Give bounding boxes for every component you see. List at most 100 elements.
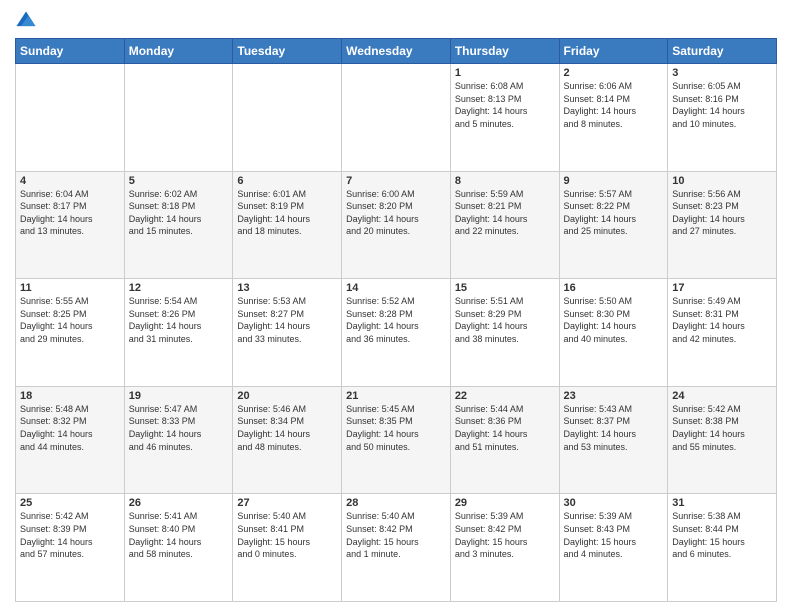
calendar-cell: 11Sunrise: 5:55 AM Sunset: 8:25 PM Dayli…: [16, 279, 125, 387]
weekday-header-thursday: Thursday: [450, 39, 559, 64]
day-number: 9: [564, 175, 664, 187]
day-info: Sunrise: 6:00 AM Sunset: 8:20 PM Dayligh…: [346, 188, 446, 238]
day-number: 6: [237, 175, 337, 187]
day-number: 20: [237, 390, 337, 402]
calendar-cell: [124, 64, 233, 172]
day-info: Sunrise: 5:54 AM Sunset: 8:26 PM Dayligh…: [129, 295, 229, 345]
day-number: 25: [20, 497, 120, 509]
calendar-cell: [16, 64, 125, 172]
calendar: SundayMondayTuesdayWednesdayThursdayFrid…: [15, 38, 777, 602]
weekday-header-row: SundayMondayTuesdayWednesdayThursdayFrid…: [16, 39, 777, 64]
day-info: Sunrise: 5:42 AM Sunset: 8:39 PM Dayligh…: [20, 510, 120, 560]
day-number: 30: [564, 497, 664, 509]
day-info: Sunrise: 5:57 AM Sunset: 8:22 PM Dayligh…: [564, 188, 664, 238]
calendar-cell: 3Sunrise: 6:05 AM Sunset: 8:16 PM Daylig…: [668, 64, 777, 172]
day-info: Sunrise: 5:47 AM Sunset: 8:33 PM Dayligh…: [129, 403, 229, 453]
calendar-cell: 6Sunrise: 6:01 AM Sunset: 8:19 PM Daylig…: [233, 171, 342, 279]
day-info: Sunrise: 6:06 AM Sunset: 8:14 PM Dayligh…: [564, 80, 664, 130]
calendar-cell: 26Sunrise: 5:41 AM Sunset: 8:40 PM Dayli…: [124, 494, 233, 602]
day-number: 8: [455, 175, 555, 187]
week-row-1: 1Sunrise: 6:08 AM Sunset: 8:13 PM Daylig…: [16, 64, 777, 172]
day-number: 4: [20, 175, 120, 187]
calendar-cell: 24Sunrise: 5:42 AM Sunset: 8:38 PM Dayli…: [668, 386, 777, 494]
day-number: 19: [129, 390, 229, 402]
weekday-header-monday: Monday: [124, 39, 233, 64]
day-info: Sunrise: 5:39 AM Sunset: 8:42 PM Dayligh…: [455, 510, 555, 560]
weekday-header-wednesday: Wednesday: [342, 39, 451, 64]
day-number: 15: [455, 282, 555, 294]
day-number: 28: [346, 497, 446, 509]
day-number: 18: [20, 390, 120, 402]
day-number: 29: [455, 497, 555, 509]
day-number: 10: [672, 175, 772, 187]
day-info: Sunrise: 6:01 AM Sunset: 8:19 PM Dayligh…: [237, 188, 337, 238]
day-info: Sunrise: 5:50 AM Sunset: 8:30 PM Dayligh…: [564, 295, 664, 345]
calendar-cell: 12Sunrise: 5:54 AM Sunset: 8:26 PM Dayli…: [124, 279, 233, 387]
day-number: 23: [564, 390, 664, 402]
day-info: Sunrise: 5:49 AM Sunset: 8:31 PM Dayligh…: [672, 295, 772, 345]
week-row-4: 18Sunrise: 5:48 AM Sunset: 8:32 PM Dayli…: [16, 386, 777, 494]
week-row-5: 25Sunrise: 5:42 AM Sunset: 8:39 PM Dayli…: [16, 494, 777, 602]
logo: [15, 10, 39, 32]
calendar-cell: 10Sunrise: 5:56 AM Sunset: 8:23 PM Dayli…: [668, 171, 777, 279]
day-number: 22: [455, 390, 555, 402]
day-info: Sunrise: 5:44 AM Sunset: 8:36 PM Dayligh…: [455, 403, 555, 453]
calendar-cell: 22Sunrise: 5:44 AM Sunset: 8:36 PM Dayli…: [450, 386, 559, 494]
calendar-cell: 14Sunrise: 5:52 AM Sunset: 8:28 PM Dayli…: [342, 279, 451, 387]
calendar-cell: 7Sunrise: 6:00 AM Sunset: 8:20 PM Daylig…: [342, 171, 451, 279]
day-number: 17: [672, 282, 772, 294]
day-info: Sunrise: 5:46 AM Sunset: 8:34 PM Dayligh…: [237, 403, 337, 453]
day-number: 12: [129, 282, 229, 294]
day-number: 3: [672, 67, 772, 79]
header: [15, 10, 777, 32]
calendar-cell: 21Sunrise: 5:45 AM Sunset: 8:35 PM Dayli…: [342, 386, 451, 494]
calendar-cell: 31Sunrise: 5:38 AM Sunset: 8:44 PM Dayli…: [668, 494, 777, 602]
day-number: 7: [346, 175, 446, 187]
calendar-cell: 25Sunrise: 5:42 AM Sunset: 8:39 PM Dayli…: [16, 494, 125, 602]
day-info: Sunrise: 5:59 AM Sunset: 8:21 PM Dayligh…: [455, 188, 555, 238]
page: SundayMondayTuesdayWednesdayThursdayFrid…: [0, 0, 792, 612]
day-info: Sunrise: 6:04 AM Sunset: 8:17 PM Dayligh…: [20, 188, 120, 238]
calendar-cell: 15Sunrise: 5:51 AM Sunset: 8:29 PM Dayli…: [450, 279, 559, 387]
week-row-3: 11Sunrise: 5:55 AM Sunset: 8:25 PM Dayli…: [16, 279, 777, 387]
weekday-header-saturday: Saturday: [668, 39, 777, 64]
calendar-cell: [342, 64, 451, 172]
weekday-header-sunday: Sunday: [16, 39, 125, 64]
day-info: Sunrise: 5:38 AM Sunset: 8:44 PM Dayligh…: [672, 510, 772, 560]
day-number: 5: [129, 175, 229, 187]
weekday-header-friday: Friday: [559, 39, 668, 64]
weekday-header-tuesday: Tuesday: [233, 39, 342, 64]
calendar-cell: 8Sunrise: 5:59 AM Sunset: 8:21 PM Daylig…: [450, 171, 559, 279]
calendar-cell: 23Sunrise: 5:43 AM Sunset: 8:37 PM Dayli…: [559, 386, 668, 494]
day-info: Sunrise: 5:51 AM Sunset: 8:29 PM Dayligh…: [455, 295, 555, 345]
day-info: Sunrise: 6:05 AM Sunset: 8:16 PM Dayligh…: [672, 80, 772, 130]
day-number: 1: [455, 67, 555, 79]
calendar-cell: 30Sunrise: 5:39 AM Sunset: 8:43 PM Dayli…: [559, 494, 668, 602]
day-number: 14: [346, 282, 446, 294]
calendar-cell: 9Sunrise: 5:57 AM Sunset: 8:22 PM Daylig…: [559, 171, 668, 279]
day-info: Sunrise: 6:02 AM Sunset: 8:18 PM Dayligh…: [129, 188, 229, 238]
day-info: Sunrise: 5:42 AM Sunset: 8:38 PM Dayligh…: [672, 403, 772, 453]
day-info: Sunrise: 5:45 AM Sunset: 8:35 PM Dayligh…: [346, 403, 446, 453]
calendar-cell: 13Sunrise: 5:53 AM Sunset: 8:27 PM Dayli…: [233, 279, 342, 387]
calendar-cell: 17Sunrise: 5:49 AM Sunset: 8:31 PM Dayli…: [668, 279, 777, 387]
week-row-2: 4Sunrise: 6:04 AM Sunset: 8:17 PM Daylig…: [16, 171, 777, 279]
logo-icon: [15, 10, 37, 32]
calendar-cell: 18Sunrise: 5:48 AM Sunset: 8:32 PM Dayli…: [16, 386, 125, 494]
calendar-cell: 4Sunrise: 6:04 AM Sunset: 8:17 PM Daylig…: [16, 171, 125, 279]
day-info: Sunrise: 5:53 AM Sunset: 8:27 PM Dayligh…: [237, 295, 337, 345]
day-info: Sunrise: 6:08 AM Sunset: 8:13 PM Dayligh…: [455, 80, 555, 130]
day-info: Sunrise: 5:41 AM Sunset: 8:40 PM Dayligh…: [129, 510, 229, 560]
day-info: Sunrise: 5:48 AM Sunset: 8:32 PM Dayligh…: [20, 403, 120, 453]
day-info: Sunrise: 5:56 AM Sunset: 8:23 PM Dayligh…: [672, 188, 772, 238]
calendar-cell: 19Sunrise: 5:47 AM Sunset: 8:33 PM Dayli…: [124, 386, 233, 494]
day-info: Sunrise: 5:40 AM Sunset: 8:41 PM Dayligh…: [237, 510, 337, 560]
day-number: 26: [129, 497, 229, 509]
calendar-cell: 2Sunrise: 6:06 AM Sunset: 8:14 PM Daylig…: [559, 64, 668, 172]
day-number: 21: [346, 390, 446, 402]
day-number: 24: [672, 390, 772, 402]
day-number: 2: [564, 67, 664, 79]
day-number: 27: [237, 497, 337, 509]
calendar-cell: 1Sunrise: 6:08 AM Sunset: 8:13 PM Daylig…: [450, 64, 559, 172]
day-info: Sunrise: 5:40 AM Sunset: 8:42 PM Dayligh…: [346, 510, 446, 560]
